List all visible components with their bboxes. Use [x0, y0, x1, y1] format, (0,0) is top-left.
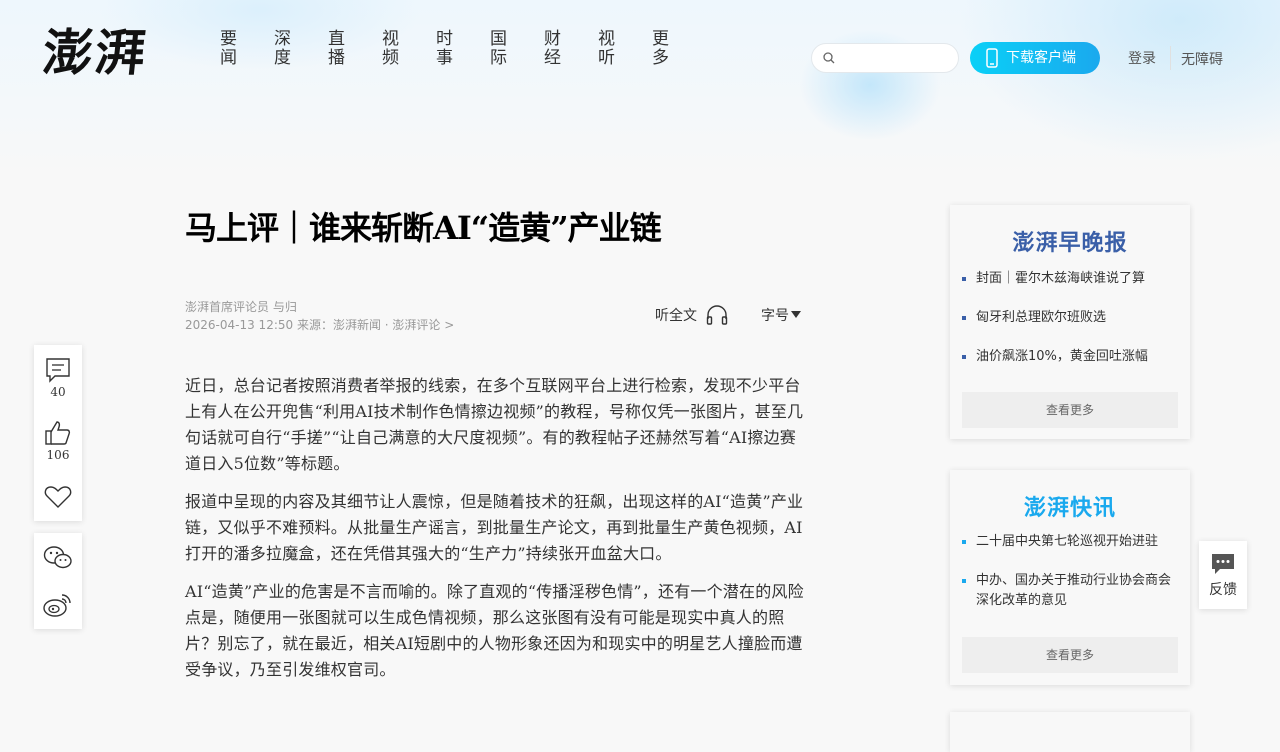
listen-button[interactable]: 听全文 [655, 305, 697, 325]
comment-count: 40 [50, 385, 66, 399]
accessibility-link[interactable]: 无障碍 [1181, 49, 1223, 69]
express-news-logo: 澎湃快讯 [1023, 496, 1116, 521]
express-news-card: 澎湃快讯 二十届中央第七轮巡视开始进驻 中办、国办关于推动行业协会商会深化改革的… [950, 470, 1190, 685]
list-item[interactable]: 二十届中央第七轮巡视开始进驻 [962, 532, 1182, 552]
share-weibo-button[interactable] [34, 591, 82, 619]
caret-down-icon[interactable] [791, 311, 801, 319]
heart-icon [44, 486, 72, 508]
nav-item-shendu[interactable]: 深度 [274, 30, 292, 68]
feedback-label: 反馈 [1209, 582, 1237, 598]
nav-item-guoji[interactable]: 国际 [490, 30, 508, 68]
comment-icon [46, 358, 70, 383]
thumbs-up-icon [45, 421, 71, 445]
article-paragraph: AI“造黄”产业的危害是不言而喻的。除了直观的“传播淫秽色情”，还有一个潜在的风… [185, 582, 804, 679]
feedback-button[interactable]: 反馈 [1199, 541, 1247, 609]
express-news-list: 二十届中央第七轮巡视开始进驻 中办、国办关于推动行业协会商会深化改革的意见 [962, 532, 1182, 611]
list-item[interactable]: 匈牙利总理欧尔班败选 [962, 308, 1182, 328]
download-label: 下载客户端 [1006, 50, 1076, 66]
article-paragraph: 近日，总台记者按照消费者举报的线索，在多个互联网平台上进行检索，发现不少平台上有… [185, 376, 804, 473]
chat-bubble-icon [1212, 554, 1234, 574]
search-icon[interactable] [823, 52, 835, 64]
site-logo[interactable]: 澎湃 [40, 22, 157, 84]
evening-more-button[interactable]: 查看更多 [962, 392, 1178, 428]
nav-item-gengduo[interactable]: 更多 [652, 30, 670, 68]
article-author[interactable]: 澎湃首席评论员 与归 [185, 298, 297, 315]
font-size-button[interactable]: 字号 [761, 305, 789, 325]
next-card [950, 712, 1190, 752]
headphone-icon[interactable] [706, 305, 728, 325]
weibo-icon [43, 594, 71, 617]
header-background [0, 0, 1280, 180]
express-more-button[interactable]: 查看更多 [962, 637, 1178, 673]
article-title: 马上评｜谁来斩断AI“造黄”产业链 [185, 209, 662, 247]
nav-item-shipin[interactable]: 视频 [382, 30, 400, 68]
list-item[interactable]: 封面｜霍尔木兹海峡谁说了算 [962, 269, 1182, 289]
list-item[interactable]: 中办、国办关于推动行业协会商会深化改革的意见 [962, 571, 1182, 611]
evening-news-card: 澎湃早晚报 封面｜霍尔木兹海峡谁说了算 匈牙利总理欧尔班败选 油价飙涨10%，黄… [950, 205, 1190, 439]
favorite-button[interactable] [34, 485, 82, 509]
download-app-button[interactable]: 下载客户端 [970, 42, 1100, 74]
search-input[interactable] [842, 48, 954, 70]
evening-news-list: 封面｜霍尔木兹海峡谁说了算 匈牙利总理欧尔班败选 油价飙涨10%，黄金回吐涨幅 [962, 269, 1182, 367]
action-toolbar: 40 106 [34, 345, 82, 521]
share-wechat-button[interactable] [34, 545, 82, 571]
nav-item-zhibo[interactable]: 直播 [328, 30, 346, 68]
article-body: 近日，总台记者按照消费者举报的线索，在多个互联网平台上进行检索，发现不少平台上有… [185, 373, 805, 695]
phone-icon [986, 48, 998, 68]
comment-button[interactable]: 40 [34, 357, 82, 399]
evening-news-logo: 澎湃早晚报 [1012, 231, 1128, 256]
nav-item-shishi[interactable]: 时事 [436, 30, 454, 68]
article-paragraph: 报道中呈现的内容及其细节让人震惊，但是随着技术的狂飙，出现这样的AI“造黄”产业… [185, 492, 804, 563]
nav-item-yaowen[interactable]: 要闻 [220, 30, 238, 68]
search-box [811, 43, 959, 73]
wechat-icon [43, 546, 72, 569]
header-divider [1170, 46, 1171, 70]
nav-item-shiting[interactable]: 视听 [598, 30, 616, 68]
share-toolbar [34, 533, 82, 629]
nav-item-caijing[interactable]: 财经 [544, 30, 562, 68]
list-item[interactable]: 油价飙涨10%，黄金回吐涨幅 [962, 347, 1182, 367]
like-button[interactable]: 106 [34, 420, 82, 462]
article-meta: 2026-04-13 12:50 来源：澎湃新闻 · 澎湃评论 > [185, 318, 455, 332]
login-link[interactable]: 登录 [1128, 48, 1156, 68]
like-count: 106 [46, 448, 70, 462]
main-nav: 要闻 深度 直播 视频 时事 国际 财经 视听 更多 [220, 30, 706, 68]
